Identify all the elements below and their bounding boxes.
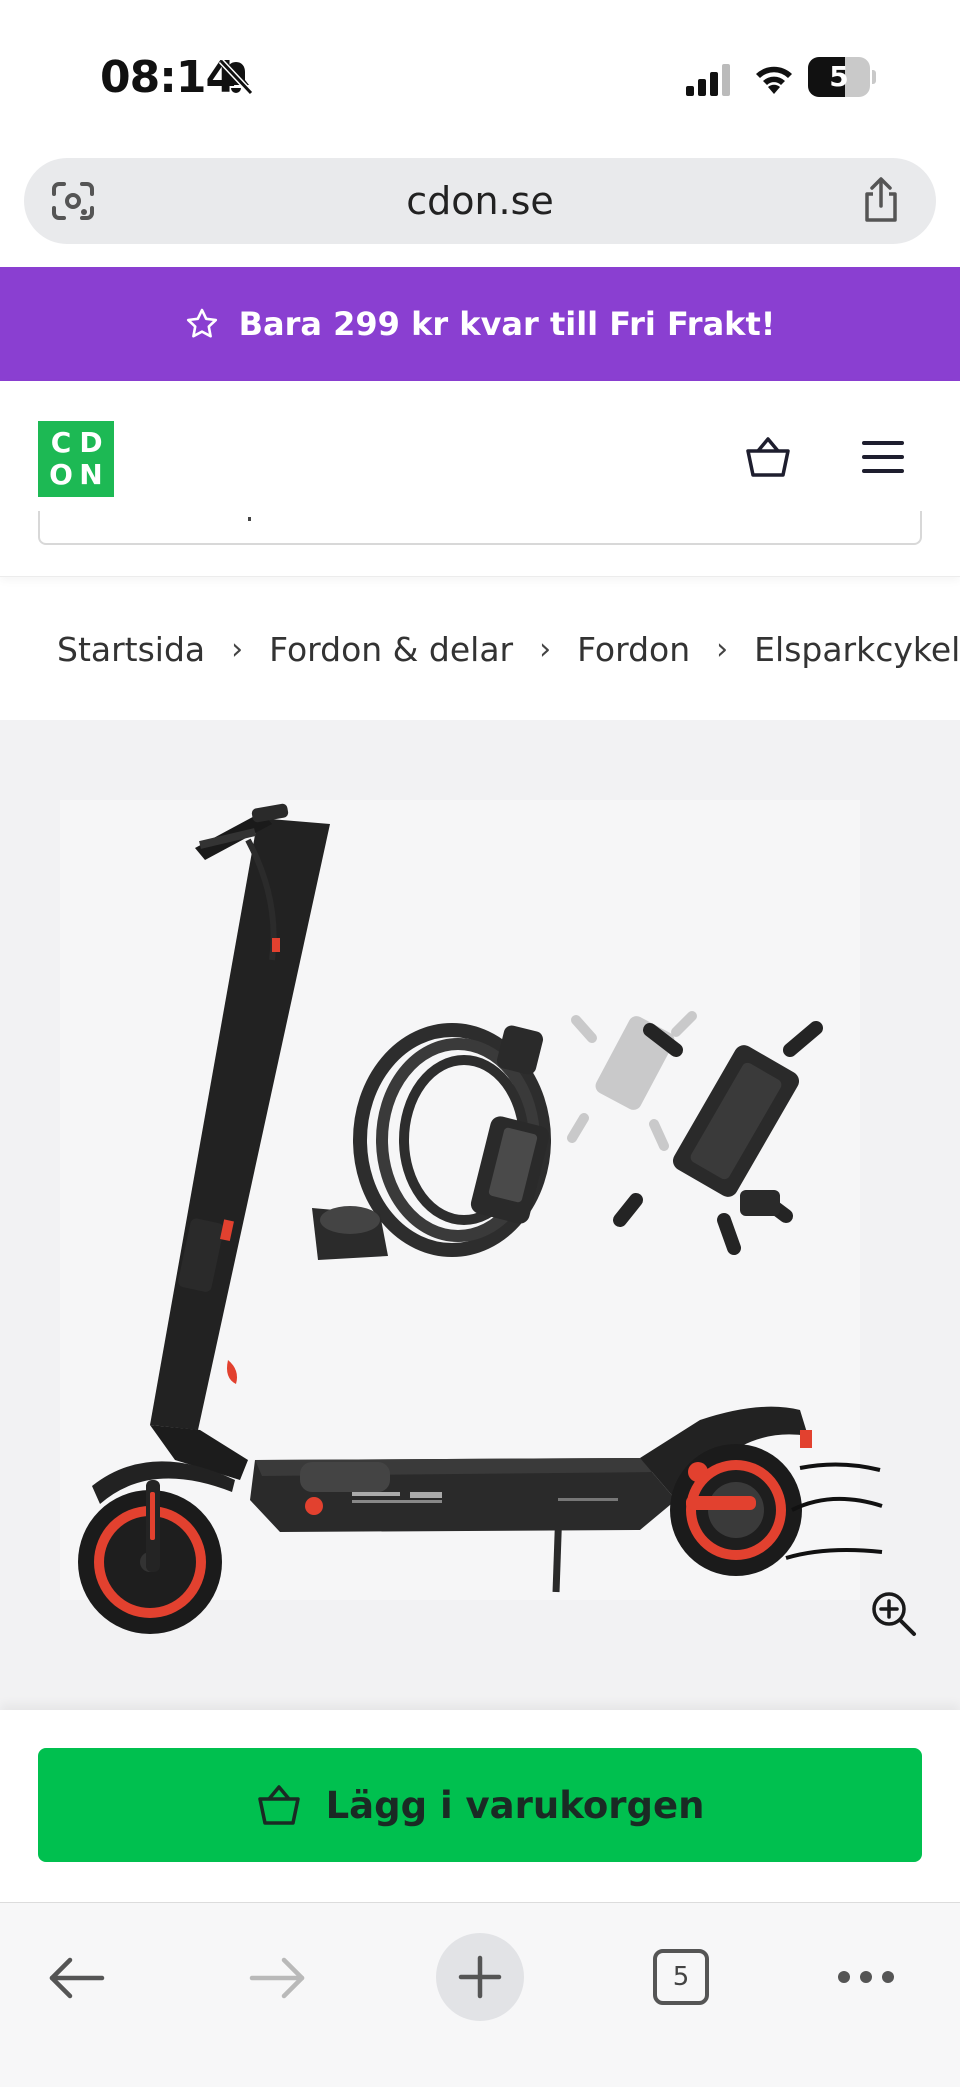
back-arrow-icon[interactable] bbox=[46, 1953, 106, 2003]
breadcrumb-item-startsida[interactable]: Startsida bbox=[57, 630, 205, 669]
chevron-right-icon: › bbox=[716, 631, 729, 667]
add-to-cart-button[interactable]: Lägg i varukorgen bbox=[38, 1748, 922, 1862]
url-text[interactable]: cdon.se bbox=[24, 158, 936, 244]
zoom-in-icon[interactable] bbox=[868, 1588, 918, 1638]
breadcrumb: Startsida › Fordon & delar › Fordon › El… bbox=[0, 578, 960, 720]
chevron-right-icon: › bbox=[539, 631, 552, 667]
menu-icon[interactable] bbox=[860, 437, 906, 477]
address-bar[interactable]: cdon.se bbox=[24, 158, 936, 244]
breadcrumb-item-fordon-delar[interactable]: Fordon & delar bbox=[269, 630, 513, 669]
add-to-cart-label: Lägg i varukorgen bbox=[325, 1783, 705, 1827]
basket-icon bbox=[257, 1785, 300, 1825]
bell-muted-icon bbox=[218, 58, 254, 96]
plus-icon bbox=[458, 1955, 502, 1999]
site-header: C D O N bbox=[0, 381, 960, 577]
status-bar: 08:14 5 bbox=[0, 0, 960, 150]
wifi-icon bbox=[756, 66, 792, 94]
share-icon[interactable] bbox=[858, 176, 904, 224]
search-input[interactable] bbox=[38, 511, 922, 545]
star-icon bbox=[186, 308, 217, 338]
battery-level: 5 bbox=[829, 60, 849, 93]
chevron-right-icon: › bbox=[231, 631, 244, 667]
tab-switcher-button[interactable]: 5 bbox=[653, 1949, 709, 2005]
promo-text: Bara 299 kr kvar till Fri Frakt! bbox=[238, 305, 776, 343]
cellular-signal-icon bbox=[686, 64, 730, 96]
forward-arrow-icon[interactable] bbox=[248, 1953, 308, 2003]
cdon-logo[interactable]: C D O N bbox=[38, 421, 114, 497]
breadcrumb-item-elsparkcykel[interactable]: Elsparkcykel bbox=[754, 630, 960, 669]
status-time: 08:14 bbox=[100, 52, 236, 103]
breadcrumb-item-fordon[interactable]: Fordon bbox=[577, 630, 690, 669]
new-tab-button[interactable] bbox=[436, 1933, 524, 2021]
product-image[interactable] bbox=[0, 720, 960, 1710]
free-shipping-banner[interactable]: Bara 299 kr kvar till Fri Frakt! bbox=[0, 267, 960, 381]
basket-icon[interactable] bbox=[744, 433, 792, 481]
electric-scooter-image bbox=[60, 800, 883, 1634]
battery-indicator: 5 bbox=[808, 57, 876, 97]
browser-toolbar: 5 bbox=[0, 1902, 960, 2087]
more-options-icon[interactable] bbox=[836, 1965, 896, 1989]
add-to-cart-bar: Lägg i varukorgen bbox=[0, 1710, 960, 1902]
